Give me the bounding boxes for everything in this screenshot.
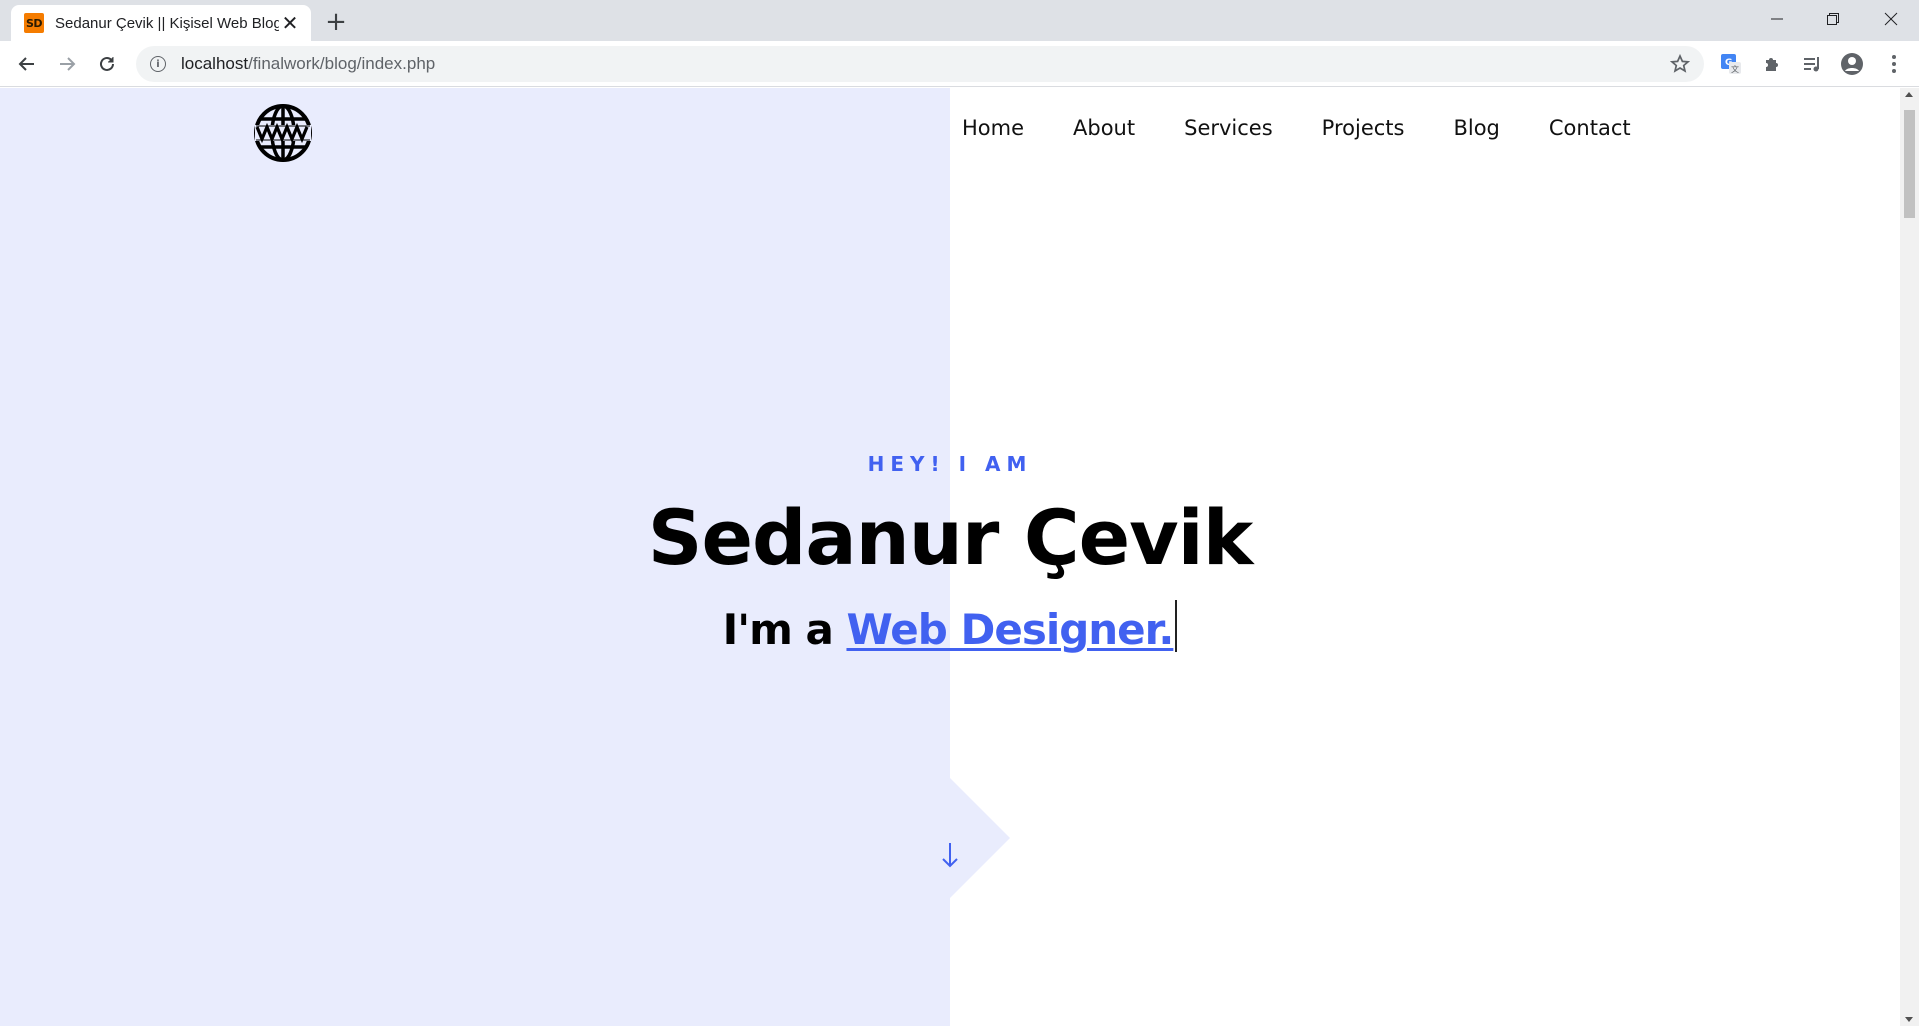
- url-text: localhost/finalwork/blog/index.php: [181, 54, 435, 74]
- translate-extension-icon[interactable]: G文: [1717, 50, 1745, 78]
- close-window-button[interactable]: [1863, 0, 1919, 38]
- scroll-up-arrow-icon[interactable]: [1905, 92, 1913, 97]
- nav-link-about[interactable]: About: [1073, 116, 1135, 140]
- url-path: /finalwork/blog/index.php: [248, 54, 436, 73]
- reload-icon: [100, 56, 114, 71]
- browser-toolbar: i localhost/finalwork/blog/index.php G文: [0, 41, 1919, 87]
- globe-www-icon[interactable]: [253, 103, 313, 163]
- tab-strip: SD Sedanur Çevik || Kişisel Web Blog ✕ +: [0, 0, 1919, 41]
- url-host: localhost: [181, 54, 249, 73]
- nav-link-contact[interactable]: Contact: [1549, 116, 1631, 140]
- back-button[interactable]: [11, 48, 43, 80]
- tab-title: Sedanur Çevik || Kişisel Web Blog: [55, 14, 279, 32]
- hero-role-line: I'm a Web Designer.: [0, 600, 1900, 654]
- browser-menu-icon[interactable]: [1880, 50, 1908, 78]
- nav-link-blog[interactable]: Blog: [1453, 116, 1499, 140]
- restore-button[interactable]: [1805, 0, 1861, 38]
- close-window-icon: [1884, 12, 1898, 26]
- main-navigation: Home About Services Projects Blog Contac…: [962, 116, 1680, 140]
- extensions-puzzle-icon[interactable]: [1758, 50, 1786, 78]
- hero-name: Sedanur Çevik: [647, 493, 1254, 582]
- site-favicon-icon: SD: [24, 13, 44, 33]
- site-info-icon[interactable]: i: [150, 56, 166, 72]
- page-scrollbar[interactable]: [1900, 88, 1919, 1026]
- browser-tab[interactable]: SD Sedanur Çevik || Kişisel Web Blog ✕: [11, 5, 311, 41]
- bookmark-star-icon[interactable]: [1668, 52, 1692, 76]
- new-tab-button[interactable]: +: [322, 7, 350, 37]
- scroll-down-arrow-icon[interactable]: [938, 840, 962, 870]
- reload-button[interactable]: [91, 48, 123, 80]
- address-bar[interactable]: i localhost/finalwork/blog/index.php: [136, 46, 1704, 82]
- typing-cursor: [1175, 600, 1178, 652]
- nav-link-projects[interactable]: Projects: [1322, 116, 1405, 140]
- minimize-icon: [1771, 18, 1783, 20]
- forward-arrow-icon: [60, 57, 76, 71]
- nav-link-services[interactable]: Services: [1184, 116, 1273, 140]
- hero-role-prefix: I'm a: [722, 605, 847, 654]
- page-viewport: Home About Services Projects Blog Contac…: [0, 88, 1900, 1026]
- forward-button[interactable]: [51, 48, 83, 80]
- hero-notch: [950, 778, 1010, 898]
- hero-role-typed: Web Designer.: [846, 605, 1174, 654]
- hero-kicker: HEY! I AM: [867, 452, 1033, 476]
- profile-avatar-icon[interactable]: [1838, 50, 1866, 78]
- minimize-button[interactable]: [1749, 0, 1805, 38]
- back-arrow-icon: [18, 57, 34, 71]
- scroll-down-small-arrow-icon[interactable]: [1905, 1017, 1913, 1022]
- restore-icon: [1827, 13, 1839, 25]
- scrollbar-thumb[interactable]: [1904, 110, 1915, 218]
- svg-text:文: 文: [1731, 64, 1739, 74]
- close-tab-icon[interactable]: ✕: [279, 11, 301, 35]
- nav-link-home[interactable]: Home: [962, 116, 1024, 140]
- media-queue-icon[interactable]: [1798, 50, 1826, 78]
